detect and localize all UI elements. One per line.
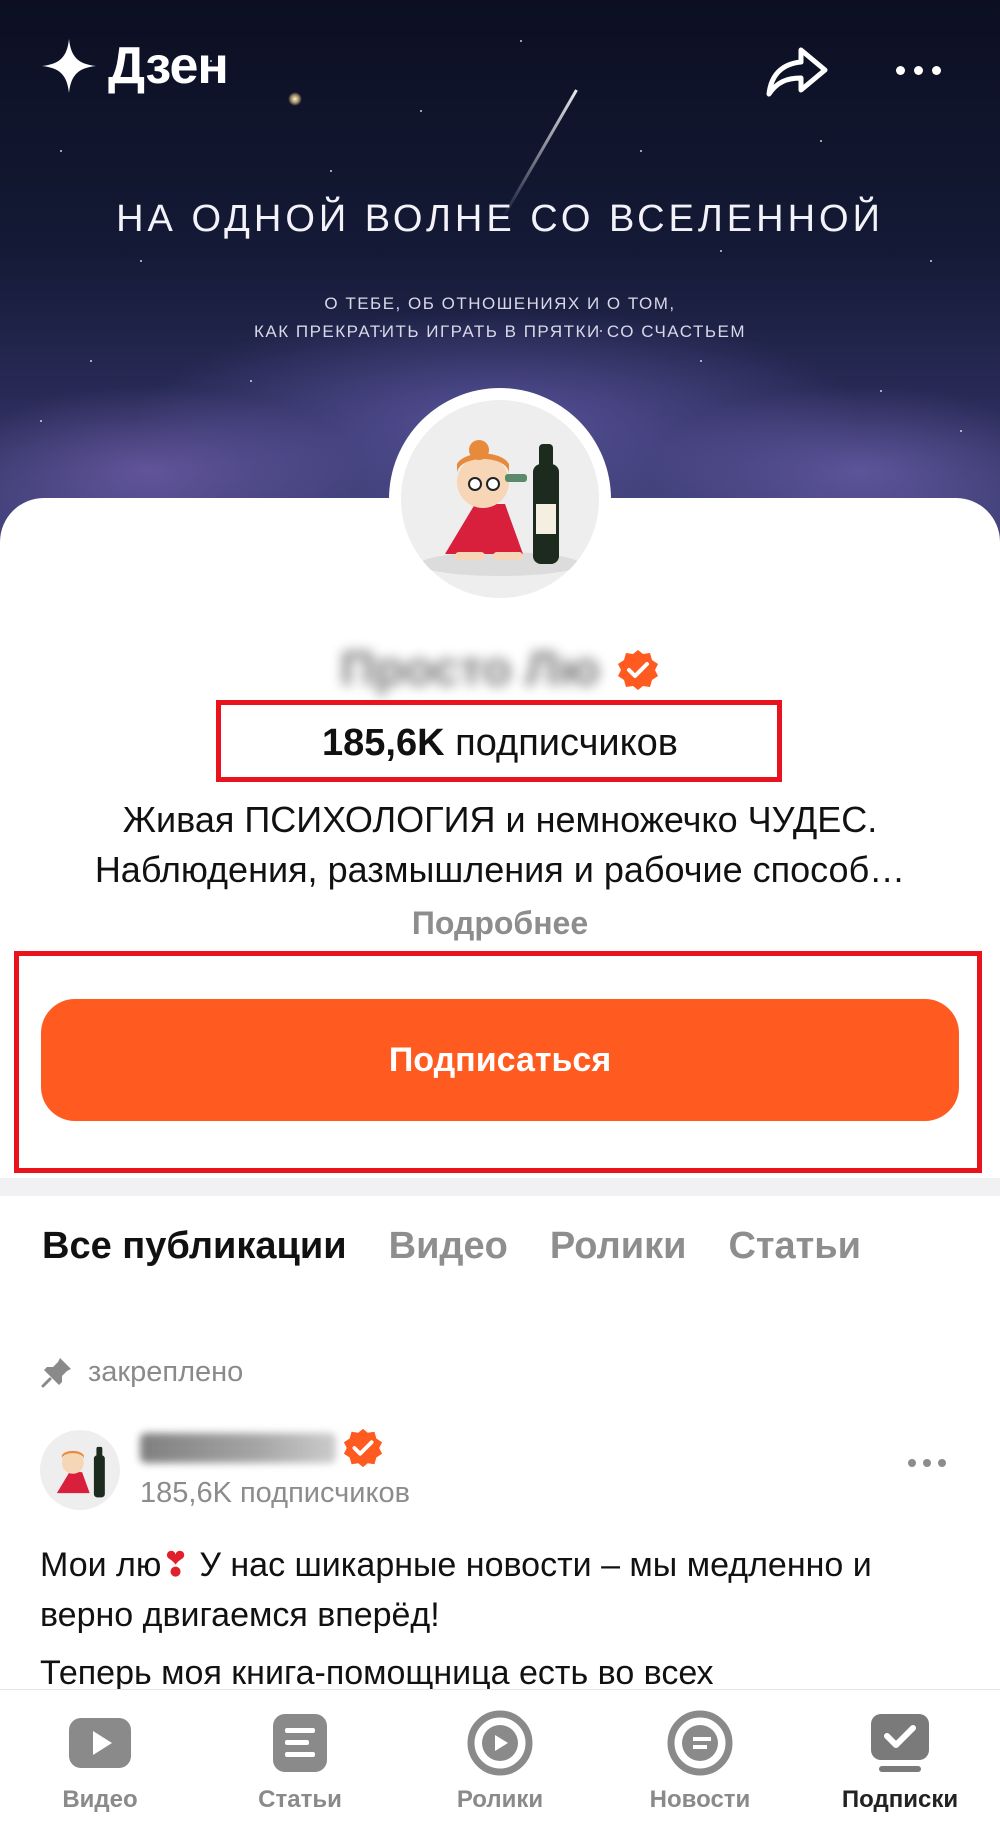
top-bar: Дзен [0,0,1000,140]
cover-subtitle-line2: КАК ПРЕКРАТИТЬ ИГРАТЬ В ПРЯТКИ СО СЧАСТЬ… [253,322,746,341]
nav-news[interactable]: Новости [620,1708,780,1814]
channel-avatar[interactable] [389,388,611,610]
post-text-start: Мои лю [40,1546,162,1584]
dot-icon [923,1459,931,1467]
tab-video[interactable]: Видео [389,1225,508,1268]
pinned-text: закреплено [88,1355,244,1388]
news-icon [667,1710,733,1776]
more-button[interactable] [888,52,948,88]
pinned-label: закреплено [40,1355,243,1389]
nav-articles[interactable]: Статьи [220,1708,380,1814]
nav-clips[interactable]: Ролики [420,1708,580,1814]
tab-clips[interactable]: Ролики [550,1225,687,1268]
section-divider [0,1178,1000,1196]
dot-icon [913,65,923,75]
cover-subtitle-line1: О ТЕБЕ, ОБ ОТНОШЕНИЯХ И О ТОМ, [324,294,676,313]
pin-icon [41,1358,71,1388]
avatar-illustration [56,1446,105,1498]
nav-subscriptions-label: Подписки [841,1786,959,1813]
channel-name-row: Просто Лю [0,642,1000,697]
nav-video[interactable]: Видео [20,1708,180,1814]
logo-text: Дзен [108,37,229,95]
nav-articles-label: Статьи [258,1786,342,1813]
dot-icon [938,1459,946,1467]
channel-description: Живая ПСИХОЛОГИЯ и немножечко ЧУДЕС. Наб… [30,795,970,895]
description-line1: Живая ПСИХОЛОГИЯ и немножечко ЧУДЕС. [122,799,878,840]
tab-articles[interactable]: Статьи [728,1225,861,1268]
clips-icon [467,1710,533,1776]
dot-icon [908,1459,916,1467]
nav-clips-label: Ролики [456,1786,544,1813]
share-button[interactable] [765,44,829,100]
articles-icon [273,1714,327,1772]
dot-icon [895,65,905,75]
post-author-name-redacted[interactable] [140,1433,336,1463]
more-link[interactable]: Подробнее [0,905,1000,942]
nav-video-label: Видео [62,1786,138,1813]
verified-icon [617,649,658,690]
subscribers-count: 185,6K подписчиков [0,722,1000,765]
dot-icon [931,65,941,75]
share-icon [766,47,828,97]
description-line2: Наблюдения, размышления и рабочие способ… [94,849,906,890]
post-author-avatar[interactable] [40,1430,120,1510]
dzen-logo[interactable]: Дзен [40,36,229,96]
sparkle-icon [42,39,96,93]
post-author-subscribers: 185,6K подписчиков [140,1477,411,1509]
bottom-navigation: Видео Статьи Ролики Новости Подписки [0,1690,1000,1822]
heart-icon: ❣ [161,1546,190,1584]
nav-subscriptions[interactable]: Подписки [820,1708,980,1814]
verified-icon [343,1428,383,1468]
channel-name[interactable]: Просто Лю [340,642,599,697]
subscribers-number: 185,6K [322,722,445,764]
subscribe-button[interactable]: Подписаться [41,999,959,1121]
cover-title: НА ОДНОЙ ВОЛНЕ СО ВСЕЛЕННОЙ [116,198,884,240]
post-text-continued: Теперь моя книга-помощница есть во всех [40,1654,714,1690]
tab-all-publications[interactable]: Все публикации [42,1225,347,1268]
video-icon [69,1718,131,1768]
subscriptions-icon [871,1714,929,1772]
post-more-button[interactable] [908,1459,946,1467]
content-tabs: Все публикации Видео Ролики Статьи [42,1225,861,1268]
subscribers-label: подписчиков [455,722,678,764]
nav-news-label: Новости [649,1786,751,1813]
cover-subtitle: О ТЕБЕ, ОБ ОТНОШЕНИЯХ И О ТОМ, КАК ПРЕКР… [0,290,1000,346]
avatar-illustration [420,440,580,576]
post-text[interactable]: Мои лю❣ У нас шикарные новости – мы медл… [40,1540,960,1640]
post-header: 185,6K подписчиков [40,1425,960,1515]
